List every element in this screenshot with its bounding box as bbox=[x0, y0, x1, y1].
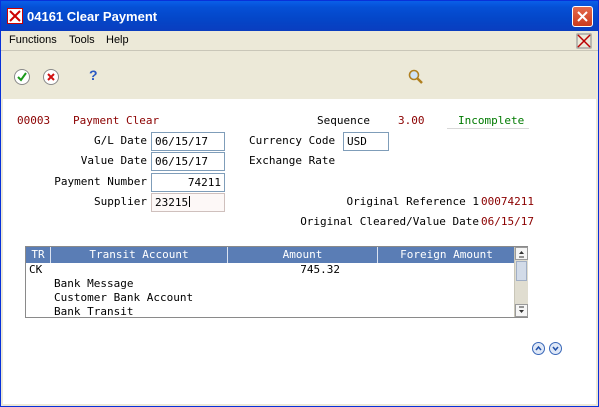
title-bar: 04161 Clear Payment bbox=[1, 1, 598, 31]
help-icon: ? bbox=[89, 67, 98, 83]
page-down-button[interactable] bbox=[549, 342, 562, 355]
check-icon bbox=[14, 69, 30, 85]
value-date-label: Value Date bbox=[80, 154, 147, 167]
sequence-value: 3.00 bbox=[398, 114, 425, 127]
detail-grid: TR Transit Account Amount Foreign Amount… bbox=[25, 246, 528, 318]
original-cleared-value: 06/15/17 bbox=[481, 215, 534, 228]
column-header-transit-account[interactable]: Transit Account bbox=[51, 247, 228, 263]
scroll-thumb[interactable] bbox=[516, 261, 527, 281]
app-logo-icon bbox=[7, 8, 23, 24]
chevron-down-icon bbox=[552, 346, 559, 352]
supplier-field[interactable]: 23215 bbox=[151, 193, 225, 212]
find-button[interactable] bbox=[407, 68, 425, 86]
ok-button[interactable] bbox=[13, 68, 31, 86]
supplier-value: 23215 bbox=[155, 196, 189, 209]
document-number: 00003 bbox=[17, 114, 51, 127]
arrow-up-icon bbox=[519, 251, 524, 258]
grid-header: TR Transit Account Amount Foreign Amount bbox=[26, 247, 515, 263]
status-text: Incomplete bbox=[458, 114, 525, 127]
bank-message-label: Bank Message bbox=[54, 277, 134, 290]
column-header-tr[interactable]: TR bbox=[26, 247, 51, 263]
toolbar: ? bbox=[1, 52, 598, 98]
scroll-down-button[interactable] bbox=[515, 304, 528, 317]
window-title: 04161 Clear Payment bbox=[27, 9, 157, 24]
grid-body: CK 745.32 Bank Message Customer Bank Acc… bbox=[26, 263, 515, 318]
payment-number-label: Payment Number bbox=[54, 175, 147, 188]
original-reference-value: 00074211 bbox=[481, 195, 534, 208]
form-content: 00003 Payment Clear Sequence 3.00 Incomp… bbox=[3, 99, 596, 404]
jde-logo-icon bbox=[576, 33, 592, 52]
page-up-button[interactable] bbox=[532, 342, 545, 355]
status-box: Incomplete bbox=[447, 111, 529, 129]
cell-amount[interactable]: 745.32 bbox=[228, 263, 340, 276]
help-button[interactable]: ? bbox=[89, 67, 107, 85]
column-header-foreign-amount[interactable]: Foreign Amount bbox=[378, 247, 515, 263]
payment-number-field[interactable]: 74211 bbox=[151, 173, 225, 192]
menu-tools[interactable]: Tools bbox=[69, 34, 95, 46]
cancel-button[interactable] bbox=[42, 68, 60, 86]
cell-tr[interactable]: CK bbox=[29, 263, 42, 276]
currency-code-label: Currency Code bbox=[249, 134, 336, 147]
close-icon bbox=[577, 11, 588, 22]
scroll-up-button[interactable] bbox=[515, 247, 528, 260]
cancel-icon bbox=[43, 69, 59, 85]
sequence-label: Sequence bbox=[317, 114, 370, 127]
text-caret bbox=[189, 196, 191, 207]
exchange-rate-label: Exchange Rate bbox=[249, 154, 336, 167]
app-id: 04161 bbox=[27, 9, 64, 24]
arrow-down-icon bbox=[519, 306, 524, 313]
search-icon bbox=[408, 69, 423, 84]
window-title-text: Clear Payment bbox=[66, 9, 158, 24]
document-type-label: Payment Clear bbox=[73, 114, 160, 127]
menu-help[interactable]: Help bbox=[106, 34, 129, 46]
menu-bar: Functions Tools Help bbox=[1, 31, 598, 51]
chevron-up-icon bbox=[535, 345, 542, 351]
gl-date-label: G/L Date bbox=[94, 134, 147, 147]
value-date-field[interactable]: 06/15/17 bbox=[151, 152, 225, 171]
grid-vertical-scrollbar[interactable] bbox=[514, 247, 528, 317]
currency-code-field[interactable]: USD bbox=[343, 132, 389, 151]
close-button[interactable] bbox=[572, 6, 593, 27]
original-cleared-label: Original Cleared/Value Date bbox=[300, 215, 479, 228]
gl-date-field[interactable]: 06/15/17 bbox=[151, 132, 225, 151]
supplier-label: Supplier bbox=[94, 195, 147, 208]
menu-functions[interactable]: Functions bbox=[9, 34, 57, 46]
customer-bank-account-label: Customer Bank Account bbox=[54, 291, 194, 304]
bank-transit-label: Bank Transit bbox=[54, 305, 134, 318]
clear-payment-window: 04161 Clear Payment Functions Tools Help bbox=[0, 0, 599, 407]
column-header-amount[interactable]: Amount bbox=[228, 247, 378, 263]
original-reference-label: Original Reference 1 bbox=[346, 195, 479, 208]
